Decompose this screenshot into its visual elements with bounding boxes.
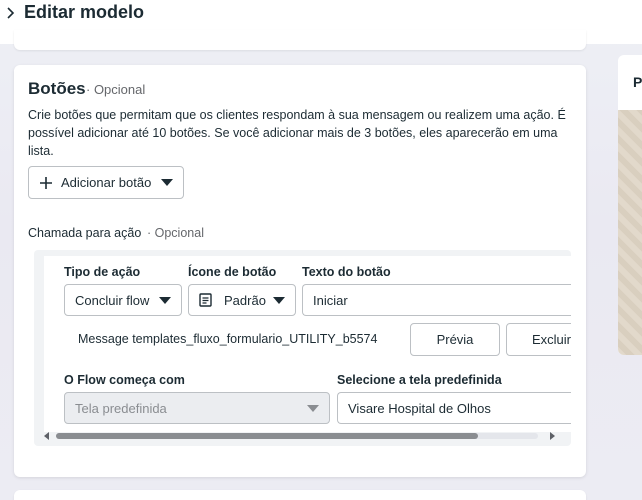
caret-down-icon (307, 405, 319, 412)
caret-down-icon (159, 297, 171, 304)
cta-container: Tipo de ação Concluir flow Ícone de botã… (34, 250, 571, 446)
add-button-dropdown[interactable]: Adicionar botão (28, 166, 184, 199)
add-button-label: Adicionar botão (61, 175, 152, 190)
document-icon (199, 293, 212, 307)
next-section-card (14, 490, 586, 500)
section-title: Botões (28, 79, 86, 98)
cta-row: Tipo de ação Concluir flow Ícone de botã… (44, 256, 571, 432)
previous-section-card (14, 30, 586, 50)
flow-start-value: Tela predefinida (75, 400, 167, 416)
delete-button[interactable]: Excluir (506, 323, 571, 356)
section-description: Crie botões que permitam que os clientes… (28, 108, 566, 158)
section-optional-tag: · Opcional (86, 82, 146, 97)
flow-start-select: Tela predefinida (64, 392, 330, 424)
preview-panel: P (618, 55, 642, 355)
button-text-value: Iniciar (313, 292, 348, 308)
caret-down-icon (161, 178, 174, 186)
action-type-select[interactable]: Concluir flow (64, 284, 182, 316)
button-icon-select[interactable]: Padrão (188, 284, 296, 316)
plus-icon (40, 176, 52, 189)
button-text-input[interactable]: Iniciar (302, 284, 571, 316)
action-type-label: Tipo de ação (64, 265, 141, 279)
scroll-right-arrow-icon[interactable] (548, 432, 556, 440)
cta-label: Chamada para ação (28, 226, 142, 240)
predefined-screen-value: Visare Hospital de Olhos (348, 400, 491, 416)
scroll-left-arrow-icon[interactable] (43, 432, 51, 440)
preview-background-image (618, 110, 642, 355)
predefined-screen-label: Selecione a tela predefinida (337, 373, 502, 387)
chevron-right-icon[interactable] (4, 6, 18, 20)
page-title: Editar modelo (24, 2, 145, 22)
scrollbar-thumb[interactable] (56, 433, 478, 439)
button-text-label: Texto do botão (302, 265, 391, 279)
button-icon-value: Padrão (224, 292, 266, 308)
preview-button[interactable]: Prévia (410, 323, 500, 356)
message-template-name: Message templates_fluxo_formulario_UTILI… (78, 332, 378, 346)
flow-start-label: O Flow começa com (64, 373, 185, 387)
button-icon-label: Ícone de botão (188, 265, 277, 279)
cta-optional-tag: · Opcional (147, 226, 204, 240)
caret-down-icon (273, 297, 285, 304)
preview-panel-label: P (633, 74, 642, 90)
horizontal-scrollbar[interactable] (34, 426, 571, 446)
action-type-value: Concluir flow (75, 292, 150, 308)
predefined-screen-select[interactable]: Visare Hospital de Olhos (337, 392, 571, 424)
